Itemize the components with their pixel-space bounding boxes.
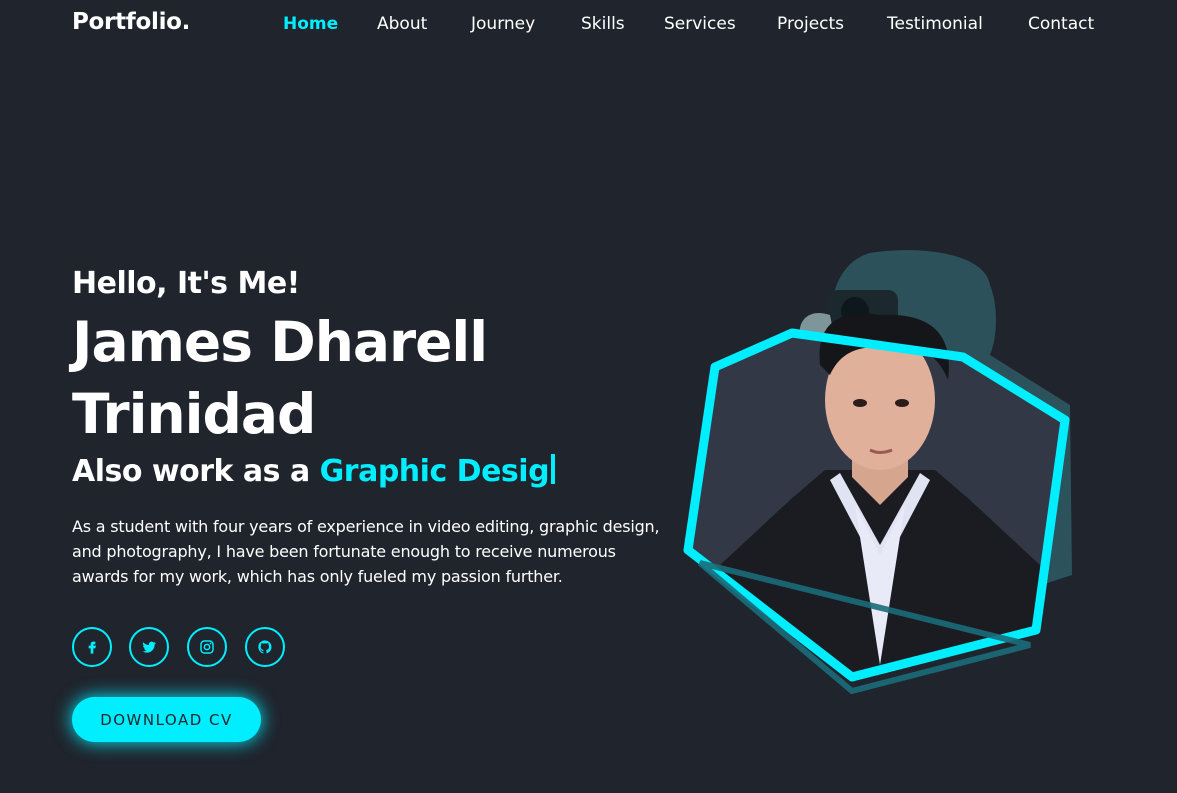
twitter-link[interactable]: [129, 627, 169, 667]
download-cv-button[interactable]: DOWNLOAD CV: [72, 697, 261, 742]
hero-greeting: Hello, It's Me!: [72, 266, 300, 301]
portfolio-page: Portfolio. Home About Journey Skills Ser…: [0, 0, 1177, 793]
hero-name-line2: Trinidad: [72, 382, 316, 446]
nav-testimonial[interactable]: Testimonial: [887, 14, 983, 34]
hero-content: Hello, It's Me! James Dharell Trinidad A…: [72, 262, 672, 589]
instagram-link[interactable]: [187, 627, 227, 667]
facebook-icon: [88, 641, 96, 654]
typing-cursor: [551, 454, 556, 484]
hero-name: James Dharell Trinidad: [72, 306, 672, 450]
nav-contact[interactable]: Contact: [1028, 14, 1094, 34]
nav-services[interactable]: Services: [664, 14, 736, 34]
nav-journey[interactable]: Journey: [471, 14, 535, 34]
github-link[interactable]: [245, 627, 285, 667]
nav-projects[interactable]: Projects: [777, 14, 844, 34]
github-icon: [258, 640, 272, 654]
hero-role-typed: Graphic Desig: [319, 454, 550, 489]
nav-home[interactable]: Home: [283, 14, 338, 34]
site-header: Portfolio. Home About Journey Skills Ser…: [0, 0, 1177, 50]
nav-about[interactable]: About: [377, 14, 427, 34]
hero-role: Also work as a Graphic Desig: [72, 450, 672, 494]
instagram-icon: [200, 640, 214, 654]
hero-role-prefix: Also work as a: [72, 454, 310, 489]
profile-portrait: [683, 250, 1072, 695]
facebook-link[interactable]: [72, 627, 112, 667]
twitter-icon: [142, 641, 156, 653]
nav-skills[interactable]: Skills: [581, 14, 625, 34]
hero-description: As a student with four years of experien…: [72, 517, 660, 586]
hero-name-line1: James Dharell: [72, 310, 488, 374]
main-nav: Home About Journey Skills Services Proje…: [0, 14, 1177, 38]
